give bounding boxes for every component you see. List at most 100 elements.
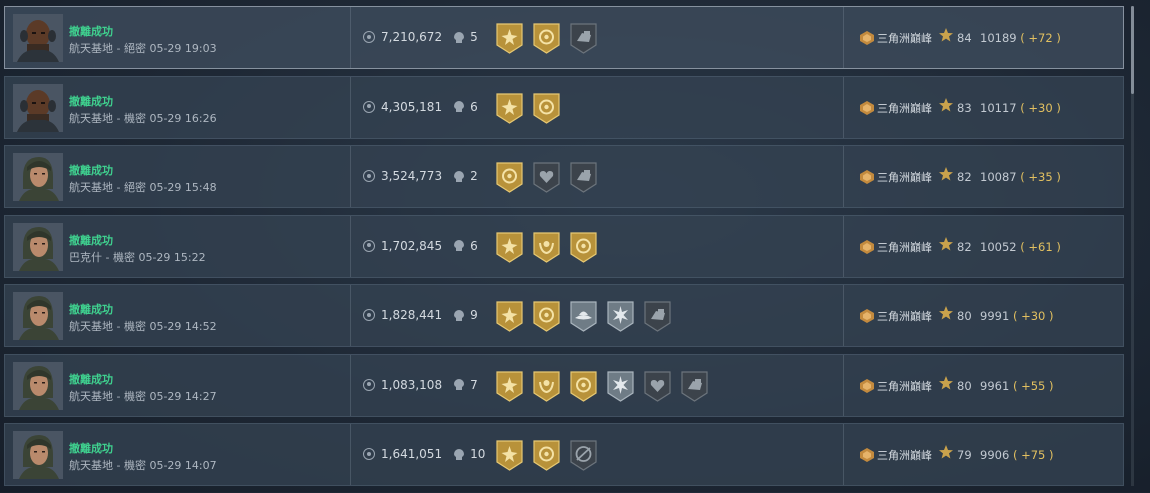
score-value: 9906 bbox=[980, 448, 1010, 462]
silver-burst-badge-icon bbox=[607, 301, 634, 332]
loot-value: 1,702,845 6 bbox=[363, 239, 478, 253]
match-datetime: 05-29 15:22 bbox=[138, 250, 206, 264]
match-row[interactable]: 撤離成功 巴克什 - 機密 05-29 15:22 1,702,845 6 三角… bbox=[4, 214, 1124, 278]
mode-label: 三角洲巔峰 bbox=[859, 169, 932, 185]
mode-name: 三角洲巔峰 bbox=[877, 449, 932, 462]
mode-icon bbox=[860, 448, 874, 462]
gold-star-badge-icon bbox=[496, 23, 523, 54]
rank-level: 84 bbox=[957, 31, 972, 45]
gold-ring-badge-icon bbox=[570, 370, 597, 402]
mode-name: 三角洲巔峰 bbox=[877, 32, 932, 45]
skull-icon bbox=[454, 379, 465, 390]
coin-value: 1,083,108 bbox=[381, 377, 443, 392]
column-divider bbox=[350, 76, 351, 138]
mode-label: 三角洲巔峰 bbox=[859, 447, 932, 463]
map-name: 航天基地 bbox=[69, 459, 113, 472]
loot-value: 1,828,441 9 bbox=[363, 308, 478, 322]
loot-value: 1,083,108 7 bbox=[363, 378, 478, 392]
operator-avatar bbox=[13, 222, 63, 271]
difficulty-label: 絕密 bbox=[123, 181, 146, 194]
scrollbar-thumb[interactable] bbox=[1131, 6, 1134, 94]
gold-wreath-badge-icon bbox=[533, 231, 560, 263]
match-row[interactable]: 撤離成功 航天基地 - 機密 05-29 14:07 1,641,051 10 … bbox=[4, 423, 1124, 486]
operator-avatar bbox=[13, 83, 63, 132]
match-details: 航天基地 - 機密 05-29 14:07 bbox=[69, 459, 217, 472]
coin-icon bbox=[363, 31, 375, 43]
gray-heart-badge-icon bbox=[533, 162, 560, 193]
coin-icon bbox=[363, 378, 375, 391]
achievement-badges bbox=[495, 299, 672, 333]
gold-star-badge-icon bbox=[496, 440, 523, 471]
rank-score: 9961 ( +55 ) bbox=[980, 379, 1054, 393]
rank-star-icon bbox=[939, 445, 953, 459]
score-value: 10117 bbox=[980, 100, 1017, 115]
gold-ring-badge-icon bbox=[496, 162, 523, 193]
difficulty-label: 機密 bbox=[112, 250, 135, 264]
achievement-badges bbox=[495, 230, 598, 264]
rank-score: 10087 ( +35 ) bbox=[980, 170, 1061, 184]
coin-value: 1,641,051 bbox=[381, 447, 443, 461]
rank-score: 10117 ( +30 ) bbox=[980, 101, 1061, 115]
match-details: 巴克什 - 機密 05-29 15:22 bbox=[69, 250, 206, 264]
coin-icon bbox=[363, 170, 375, 182]
extraction-status: 撤離成功 bbox=[69, 164, 113, 177]
gold-ring-badge-icon bbox=[533, 301, 560, 332]
skull-icon bbox=[454, 309, 465, 321]
match-datetime: 05-29 14:27 bbox=[149, 389, 217, 403]
operator-avatar bbox=[13, 361, 63, 410]
match-row[interactable]: 撤離成功 航天基地 - 機密 05-29 14:52 1,828,441 9 三… bbox=[4, 284, 1124, 347]
gold-star-badge-icon bbox=[496, 231, 523, 263]
coin-value: 3,524,773 bbox=[381, 169, 443, 183]
column-divider bbox=[350, 424, 351, 485]
silver-hat-badge-icon bbox=[570, 301, 597, 332]
extraction-status: 撤離成功 bbox=[69, 372, 113, 386]
match-row[interactable]: 撤離成功 航天基地 - 絕密 05-29 19:03 7,210,672 5 三… bbox=[4, 6, 1124, 69]
operator-avatar bbox=[13, 292, 63, 340]
score-delta: ( +30 ) bbox=[1020, 100, 1061, 115]
match-row[interactable]: 撤離成功 航天基地 - 絕密 05-29 15:48 3,524,773 2 三… bbox=[4, 145, 1124, 208]
kill-count: 6 bbox=[470, 99, 478, 114]
difficulty-label: 絕密 bbox=[123, 42, 146, 55]
difficulty-label: 機密 bbox=[123, 389, 146, 403]
rank-star-icon bbox=[939, 306, 953, 320]
rank-star-icon bbox=[939, 28, 953, 42]
coin-value: 4,305,181 bbox=[381, 99, 443, 114]
mode-icon bbox=[860, 31, 874, 45]
silver-burst-badge-icon bbox=[607, 370, 634, 402]
score-delta: ( +30 ) bbox=[1012, 309, 1054, 323]
rank-score: 9991 ( +30 ) bbox=[980, 309, 1054, 323]
coin-value: 1,828,441 bbox=[381, 308, 443, 322]
extraction-status: 撤離成功 bbox=[69, 442, 113, 455]
skull-icon bbox=[454, 240, 465, 251]
operator-avatar bbox=[13, 14, 63, 62]
map-name: 巴克什 bbox=[69, 250, 102, 264]
rank-star-icon bbox=[939, 375, 953, 389]
score-value: 10087 bbox=[980, 170, 1017, 184]
difficulty-label: 機密 bbox=[123, 459, 146, 472]
gold-ring-badge-icon bbox=[533, 440, 560, 471]
mode-label: 三角洲巔峰 bbox=[859, 239, 932, 255]
match-datetime: 05-29 14:52 bbox=[149, 320, 217, 333]
kill-count: 10 bbox=[470, 447, 486, 461]
coin-icon bbox=[363, 448, 375, 460]
rank-score: 9906 ( +75 ) bbox=[980, 448, 1054, 462]
match-row[interactable]: 撤離成功 航天基地 - 機密 05-29 14:27 1,083,108 7 三… bbox=[4, 353, 1124, 417]
rank-score: 10052 ( +61 ) bbox=[980, 240, 1061, 254]
gold-star-badge-icon bbox=[496, 370, 523, 402]
extraction-status: 撤離成功 bbox=[69, 25, 113, 38]
mode-name: 三角洲巔峰 bbox=[877, 240, 932, 254]
match-datetime: 05-29 16:26 bbox=[149, 111, 217, 125]
gold-ring-badge-icon bbox=[570, 231, 597, 263]
map-name: 航天基地 bbox=[69, 320, 113, 333]
kill-count: 6 bbox=[470, 238, 478, 253]
gold-ring-badge-icon bbox=[533, 92, 560, 124]
rank-level: 80 bbox=[957, 309, 972, 323]
score-value: 10189 bbox=[980, 31, 1017, 45]
map-name: 航天基地 bbox=[69, 111, 113, 125]
match-row[interactable]: 撤離成功 航天基地 - 機密 05-29 16:26 4,305,181 6 三… bbox=[4, 75, 1124, 139]
mode-name: 三角洲巔峰 bbox=[877, 171, 932, 184]
kill-count: 7 bbox=[470, 377, 478, 392]
extraction-status: 撤離成功 bbox=[69, 94, 113, 108]
match-details: 航天基地 - 絕密 05-29 15:48 bbox=[69, 181, 217, 194]
score-value: 9961 bbox=[980, 378, 1010, 393]
